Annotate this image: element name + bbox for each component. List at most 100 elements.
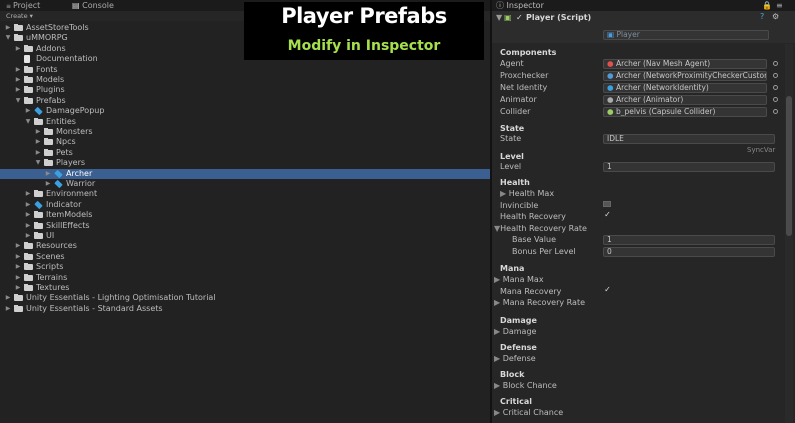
folder-icon <box>24 96 33 104</box>
tree-item[interactable]: ▶ DamagePopup <box>0 106 490 116</box>
object-picker-icon[interactable] <box>773 73 778 78</box>
mana-recovery-rate-label: Mana Recovery Rate <box>502 298 586 307</box>
tab-inspector[interactable]: ⓘ Inspector <box>496 0 544 11</box>
create-button[interactable]: Create ▾ <box>6 11 33 21</box>
tree-item[interactable]: ▼ Entities <box>0 117 490 127</box>
foldout-arrow-icon[interactable]: ▶ <box>14 252 22 262</box>
tree-item[interactable]: ▶ Unity Essentials - Standard Assets <box>0 304 490 314</box>
tree-item[interactable]: ▼ Players <box>0 158 490 168</box>
inspector-scrollbar[interactable] <box>785 44 793 423</box>
foldout-arrow-icon: ▶ <box>494 275 503 284</box>
gear-icon[interactable]: ⚙ <box>772 12 779 21</box>
state-field[interactable]: IDLE <box>603 134 775 144</box>
tree-item[interactable]: ▶ Npcs <box>0 137 490 147</box>
ref-field[interactable]: ● b_pelvis (Capsule Collider) <box>603 107 767 117</box>
tree-item[interactable]: ▶ Textures <box>0 283 490 293</box>
animator-icon: ● <box>607 95 616 104</box>
folder-icon <box>34 221 43 229</box>
ref-field[interactable]: ● Archer (NetworkProximityCheckerCustom) <box>603 71 767 81</box>
tree-item[interactable]: ▶ Indicator <box>0 200 490 210</box>
tree-item-label: Scripts <box>36 262 64 272</box>
block-chance-foldout[interactable]: ▶ Block Chance <box>494 381 557 390</box>
tree-item[interactable]: ▶ Plugins <box>0 85 490 95</box>
object-picker-icon[interactable] <box>773 61 778 66</box>
foldout-arrow-icon[interactable]: ▶ <box>14 75 22 85</box>
mana-max-foldout[interactable]: ▶ Mana Max <box>494 275 544 284</box>
tree-item[interactable]: ▶ Scenes <box>0 252 490 262</box>
tree-item[interactable]: ▶ Warrior <box>0 179 490 189</box>
foldout-arrow-icon[interactable]: ▶ <box>14 283 22 293</box>
tree-item[interactable]: ▼ Prefabs <box>0 96 490 106</box>
object-picker-icon[interactable] <box>773 109 778 114</box>
tree-item[interactable]: ▶ Models <box>0 75 490 85</box>
object-picker-icon[interactable] <box>773 85 778 90</box>
foldout-arrow-icon[interactable]: ▶ <box>14 262 22 272</box>
object-picker-icon[interactable] <box>773 97 778 102</box>
foldout-arrow-icon[interactable]: ▶ <box>44 169 52 179</box>
foldout-arrow-icon[interactable]: ▶ <box>14 85 22 95</box>
foldout-arrow-icon[interactable]: ▶ <box>24 221 32 231</box>
damage-foldout[interactable]: ▶ Damage <box>494 327 536 336</box>
foldout-arrow-icon[interactable]: ▶ <box>24 231 32 241</box>
create-label: Create <box>6 12 28 20</box>
level-field[interactable]: 1 <box>603 162 775 172</box>
foldout-arrow-icon[interactable]: ▶ <box>24 200 32 210</box>
state-label: State <box>500 134 522 143</box>
foldout-arrow-icon[interactable]: ▶ <box>34 137 42 147</box>
ref-field[interactable]: ● Archer (Nav Mesh Agent) <box>603 59 767 69</box>
folder-icon <box>34 232 43 239</box>
tree-item[interactable]: ▶ Pets <box>0 148 490 158</box>
foldout-expanded-icon[interactable]: ▼ <box>4 33 12 43</box>
tree-item[interactable]: ▶ Resources <box>0 241 490 251</box>
health-max-foldout[interactable]: ▶ Health Max <box>500 189 554 198</box>
defense-foldout[interactable]: ▶ Defense <box>494 354 536 363</box>
foldout-arrow-icon[interactable]: ▼ <box>496 13 502 22</box>
foldout-arrow-icon[interactable]: ▶ <box>4 304 12 314</box>
menu-icon[interactable]: ≡ <box>776 0 783 11</box>
health-recovery-rate-label: Health Recovery Rate <box>500 224 587 233</box>
tree-item[interactable]: ▶ ItemModels <box>0 210 490 220</box>
tree-item[interactable]: ▶ Archer <box>0 168 490 179</box>
tree-item[interactable]: ▶ UI <box>0 231 490 241</box>
tab-console[interactable]: ▤ Console <box>72 0 114 11</box>
foldout-arrow-icon[interactable]: ▶ <box>14 273 22 283</box>
foldout-arrow-icon[interactable]: ▶ <box>24 189 32 199</box>
base-value-field[interactable]: 1 <box>603 235 775 245</box>
enabled-checkbox-icon[interactable]: ✓ <box>516 13 523 22</box>
foldout-arrow-icon[interactable]: ▶ <box>4 293 12 303</box>
health-recovery-rate-foldout[interactable]: ▼Health Recovery Rate <box>494 224 587 233</box>
ref-field[interactable]: ● Archer (Animator) <box>603 95 767 105</box>
foldout-arrow-icon[interactable]: ▶ <box>24 210 32 220</box>
critical-chance-foldout[interactable]: ▶ Critical Chance <box>494 408 563 417</box>
prefab-icon <box>54 179 63 189</box>
scrollbar-thumb[interactable] <box>786 96 792 236</box>
tree-item[interactable]: ▶ Terrains <box>0 273 490 283</box>
lock-icon[interactable]: 🔒 <box>762 0 772 11</box>
tree-item[interactable]: ▶ Environment <box>0 189 490 199</box>
mana-recovery-checkbox[interactable]: ✓ <box>603 286 612 295</box>
foldout-expanded-icon[interactable]: ▼ <box>14 96 22 106</box>
tree-item[interactable]: ▶ Scripts <box>0 262 490 272</box>
foldout-expanded-icon[interactable]: ▼ <box>34 158 42 168</box>
help-icon[interactable]: ? <box>760 12 764 21</box>
invincible-checkbox[interactable] <box>603 201 611 207</box>
ref-field[interactable]: ● Archer (NetworkIdentity) <box>603 83 767 93</box>
foldout-arrow-icon[interactable]: ▶ <box>14 241 22 251</box>
foldout-arrow-icon[interactable]: ▶ <box>14 65 22 75</box>
tree-item[interactable]: ▶ SkillEffects <box>0 221 490 231</box>
script-field[interactable]: ▣ Player <box>603 30 769 40</box>
foldout-arrow-icon[interactable]: ▶ <box>4 23 12 33</box>
foldout-arrow-icon[interactable]: ▶ <box>24 106 32 116</box>
tree-item[interactable]: ▶ Monsters <box>0 127 490 137</box>
foldout-arrow-icon[interactable]: ▶ <box>14 44 22 54</box>
health-recovery-checkbox[interactable]: ✓ <box>603 211 612 220</box>
foldout-arrow-icon[interactable]: ▶ <box>44 179 52 189</box>
foldout-expanded-icon[interactable]: ▼ <box>24 117 32 127</box>
mana-recovery-rate-foldout[interactable]: ▶ Mana Recovery Rate <box>494 298 585 307</box>
tree-item[interactable]: ▶ Unity Essentials - Lighting Optimisatio… <box>0 293 490 303</box>
tab-project[interactable]: ≡ Project <box>6 0 40 11</box>
bonus-per-level-field[interactable]: 0 <box>603 247 775 257</box>
foldout-arrow-icon[interactable]: ▶ <box>34 127 42 137</box>
foldout-arrow-icon[interactable]: ▶ <box>34 148 42 158</box>
tree-item[interactable]: ▶ Fonts <box>0 65 490 75</box>
